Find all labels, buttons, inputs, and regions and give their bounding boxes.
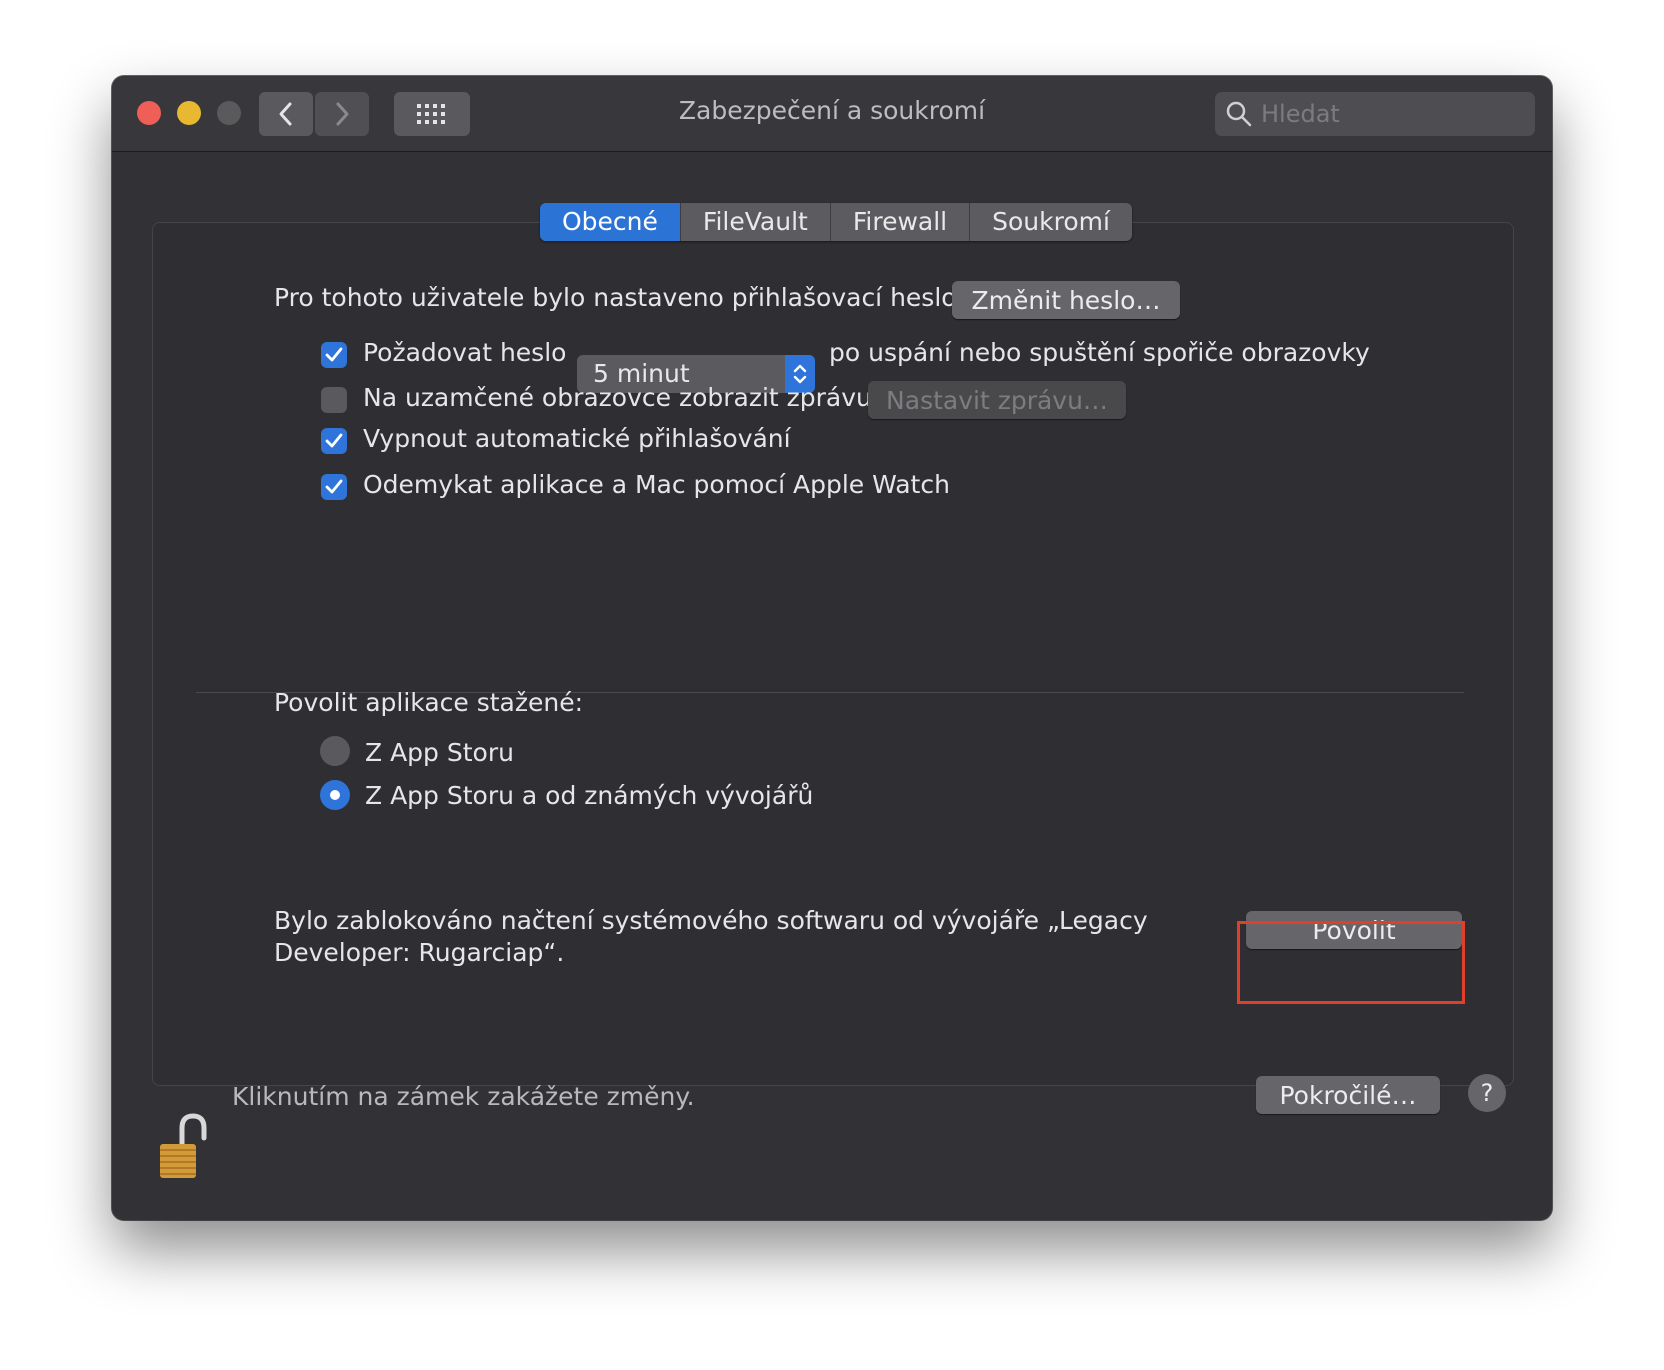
lock-button[interactable] [152,1112,214,1184]
tab-filevault[interactable]: FileVault [681,203,831,241]
search-field[interactable]: Hledat [1215,92,1535,136]
tab-firewall[interactable]: Firewall [831,203,971,241]
advanced-button[interactable]: Pokročilé… [1256,1076,1440,1114]
tab-general[interactable]: Obecné [540,203,681,241]
apple-watch-checkbox[interactable] [321,474,347,500]
search-icon [1226,101,1252,127]
title-bar: Zabezpečení a soukromí Hledat [112,76,1552,152]
radio-app-store-label: Z App Storu [365,738,514,767]
radio-app-store[interactable] [320,736,350,766]
tab-privacy[interactable]: Soukromí [970,203,1132,241]
lock-message-checkbox[interactable] [321,387,347,413]
password-set-text: Pro tohoto uživatele bylo nastaveno přih… [274,283,957,312]
preferences-window: Zabezpečení a soukromí Hledat Obecné Fil… [112,76,1552,1220]
apple-watch-label: Odemykat aplikace a Mac pomocí Apple Wat… [363,470,950,499]
disable-autologin-checkbox[interactable] [321,428,347,454]
lock-hint-text: Kliknutím na zámek zakážete změny. [232,1082,695,1111]
change-password-button[interactable]: Změnit heslo… [952,281,1180,319]
radio-app-store-identified-label: Z App Storu a od známých vývojářů [365,781,814,810]
require-password-suffix: po uspání nebo spuštění spořiče obrazovk… [829,338,1370,367]
require-password-checkbox[interactable] [321,342,347,368]
tab-bar: Obecné FileVault Firewall Soukromí [540,203,1132,241]
radio-app-store-identified[interactable] [320,780,350,810]
blocked-message-line2: Developer: Rugarciap“. [274,938,565,967]
disable-autologin-label: Vypnout automatické přihlašování [363,424,791,453]
set-message-button[interactable]: Nastavit zprávu… [868,381,1126,419]
require-password-label: Požadovat heslo [363,338,567,367]
checkmark-icon [325,347,343,362]
checkmark-icon [325,479,343,494]
downloads-heading: Povolit aplikace stažené: [274,688,584,717]
allow-button-highlight [1237,921,1465,1004]
help-button[interactable]: ? [1468,1074,1506,1112]
lock-message-label: Na uzamčené obrazovce zobrazit zprávu [363,383,872,412]
checkmark-icon [325,433,343,448]
unlocked-padlock-icon [160,1113,207,1178]
search-placeholder: Hledat [1261,100,1340,128]
blocked-message-line1: Bylo zablokováno načtení systémového sof… [274,906,1148,935]
